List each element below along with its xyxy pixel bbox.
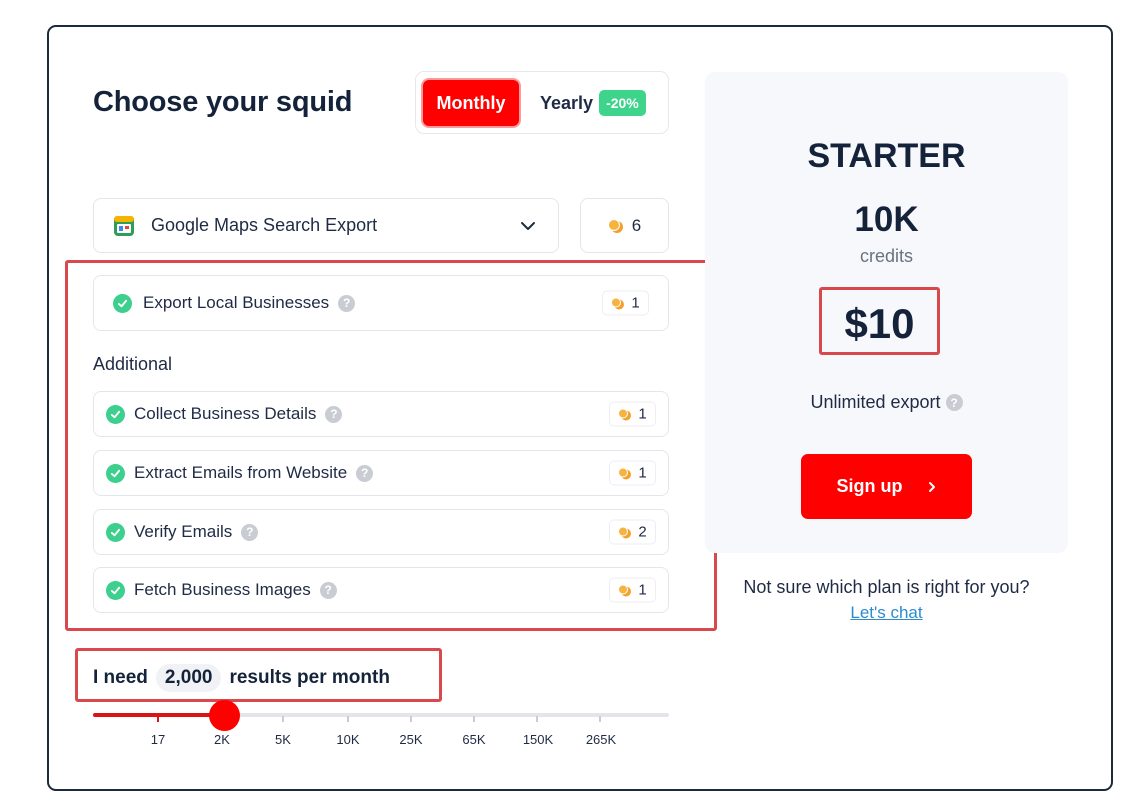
slider-tick-label: 65K [462, 732, 486, 747]
check-icon [113, 293, 132, 313]
coin-icon [618, 525, 632, 539]
slider-tick [473, 716, 475, 722]
chevron-right-icon [928, 481, 935, 492]
slider-tick [599, 716, 601, 722]
plan-credits-unit: credits [859, 246, 913, 266]
feature-label: Fetch Business Images [134, 580, 311, 599]
slider-tick-label: 265K [585, 732, 617, 747]
results-per-month: I need 2,000 results per month [93, 664, 390, 692]
feature-credit-value: 1 [638, 405, 647, 423]
help-icon[interactable]: ? [356, 464, 374, 482]
additional-heading: Additional [93, 354, 173, 374]
feature-credit-badge: 1 [609, 460, 656, 486]
check-icon [106, 580, 125, 600]
help-icon[interactable]: ? [241, 523, 259, 541]
page-title: Choose your squid [93, 86, 353, 118]
yearly-toggle-button[interactable]: Yearly -20% [540, 80, 646, 126]
slider-tick [536, 716, 538, 722]
feature-credit-value: 1 [638, 581, 647, 599]
slider-tick-label: 150K [522, 732, 554, 747]
check-icon [106, 522, 125, 542]
coin-icon [618, 466, 632, 480]
slider-tick-label: 10K [336, 732, 360, 747]
feature-label: Collect Business Details [134, 404, 317, 423]
monthly-toggle-button[interactable]: Monthly [423, 80, 519, 126]
slider-tick [282, 716, 284, 722]
sign-up-label: Sign up [836, 476, 903, 496]
plan-price: $10 [844, 300, 915, 347]
coin-icon [607, 218, 624, 234]
service-select[interactable]: Google Maps Search Export [93, 198, 559, 253]
sign-up-button[interactable]: Sign up [801, 454, 972, 519]
feature-verify-emails[interactable]: Verify Emails ? 2 [93, 509, 669, 555]
slider-tick [157, 716, 159, 722]
help-icon[interactable]: ? [325, 405, 343, 423]
slider-tick-label: 25K [399, 732, 423, 747]
total-credits-badge: 6 [580, 198, 669, 253]
feature-collect-business-details[interactable]: Collect Business Details ? 1 [93, 391, 669, 437]
results-suffix: results per month [229, 667, 390, 688]
feature-label: Extract Emails from Website [134, 463, 348, 482]
feature-label: Verify Emails [134, 522, 233, 541]
results-value: 2,000 [155, 664, 222, 692]
feature-extract-emails[interactable]: Extract Emails from Website ? 1 [93, 450, 669, 496]
discount-badge: -20% [599, 90, 646, 116]
slider-tick-label: 5K [275, 732, 291, 747]
total-credits-value: 6 [631, 215, 642, 235]
slider-tick-label: 17 [150, 732, 166, 747]
yearly-label: Yearly [540, 92, 594, 113]
check-icon [106, 463, 125, 483]
slider-tick-label: 2K [214, 732, 230, 747]
feature-export-local-businesses: Export Local Businesses ? 1 [93, 275, 669, 331]
help-icon[interactable]: ? [338, 294, 356, 312]
service-select-value: Google Maps Search Export [151, 215, 378, 235]
slider-tick [410, 716, 412, 722]
feature-credit-badge: 1 [609, 401, 656, 427]
feature-credit-badge: 1 [609, 577, 656, 603]
help-icon[interactable]: ? [945, 394, 963, 411]
feature-credit-value: 1 [638, 464, 647, 482]
results-prefix: I need [93, 667, 148, 688]
feature-credit-badge: 1 [602, 290, 649, 316]
slider-tick [347, 716, 349, 722]
feature-credit-value: 2 [638, 523, 647, 541]
feature-credit-value: 1 [631, 294, 640, 312]
lets-chat-link[interactable]: Let's chat [705, 603, 1068, 623]
check-icon [106, 404, 125, 424]
coin-icon [618, 583, 632, 597]
help-icon[interactable]: ? [319, 581, 337, 599]
feature-label: Export Local Businesses [143, 293, 330, 312]
coin-icon [618, 407, 632, 421]
plan-feature: Unlimited export ? [705, 392, 1068, 413]
chevron-down-icon [521, 222, 535, 230]
plan-help-text: Not sure which plan is right for you? [743, 577, 1030, 597]
google-maps-icon [114, 215, 134, 236]
coin-icon [611, 296, 625, 310]
feature-credit-badge: 2 [609, 519, 656, 545]
plan-credits-amount: 10K [854, 200, 919, 239]
plan-name: STARTER [807, 137, 966, 175]
feature-fetch-business-images[interactable]: Fetch Business Images ? 1 [93, 567, 669, 613]
results-slider-thumb[interactable] [209, 700, 240, 731]
plan-feature-label: Unlimited export [810, 392, 941, 412]
